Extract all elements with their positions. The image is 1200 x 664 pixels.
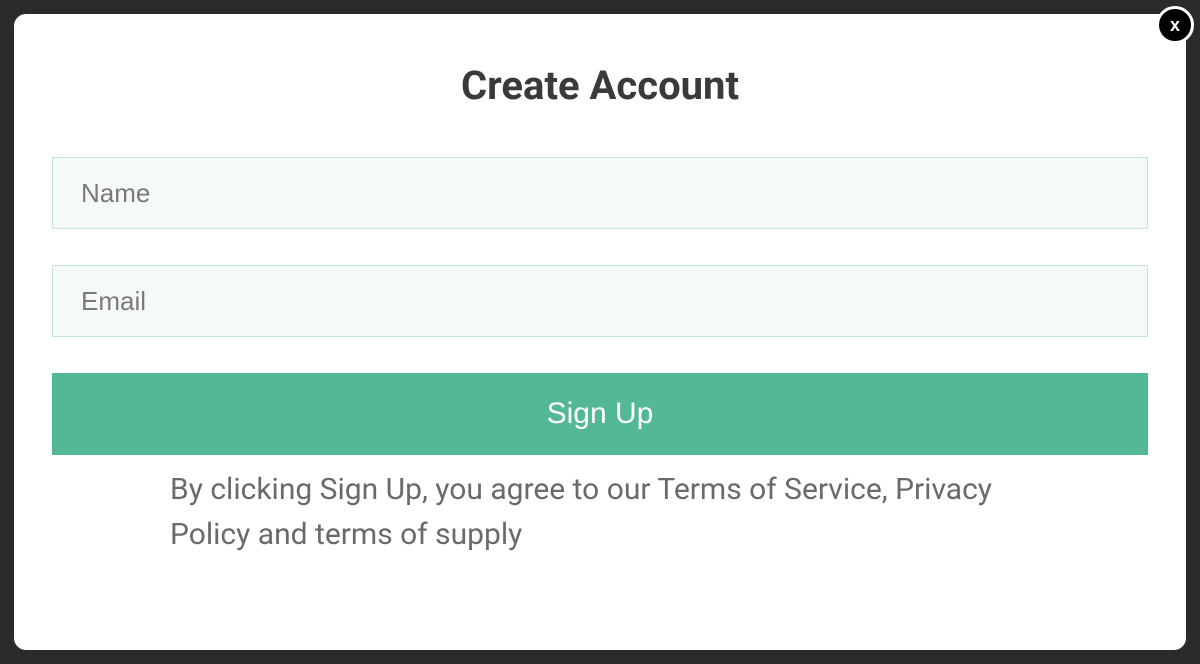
signup-button[interactable]: Sign Up — [52, 373, 1148, 455]
terms-text: By clicking Sign Up, you agree to our Te… — [52, 467, 1148, 557]
modal-title: Create Account — [52, 62, 1148, 109]
signup-modal: Create Account Sign Up By clicking Sign … — [14, 14, 1186, 650]
name-field[interactable] — [52, 157, 1148, 229]
close-button[interactable]: x — [1156, 6, 1194, 44]
email-field[interactable] — [52, 265, 1148, 337]
